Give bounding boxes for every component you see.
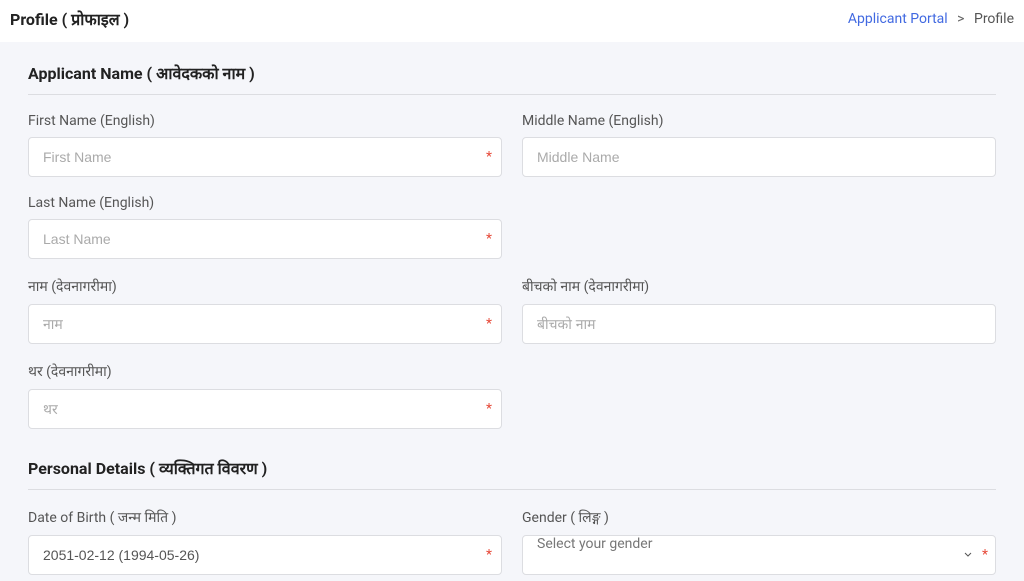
breadcrumb-link-applicant-portal[interactable]: Applicant Portal: [848, 11, 948, 27]
field-name-dev: नाम (देवनागरीमा) *: [28, 277, 502, 344]
label-middle-dev: बीचको नाम (देवनागरीमा): [522, 277, 996, 296]
personal-details-grid: Date of Birth ( जन्म मिति ) * Gender ( ल…: [28, 508, 996, 575]
field-first-name-en: First Name (English) *: [28, 113, 502, 177]
section-applicant-name: Applicant Name ( आवेदकको नाम ) First Nam…: [28, 62, 996, 429]
breadcrumb: Applicant Portal > Profile: [848, 11, 1014, 27]
select-gender[interactable]: Select your gender: [522, 535, 996, 575]
breadcrumb-current: Profile: [974, 11, 1014, 27]
field-middle-dev: बीचको नाम (देवनागरीमा): [522, 277, 996, 344]
page-header: Profile ( प्रोफाइल ) Applicant Portal > …: [0, 0, 1024, 42]
label-name-dev: नाम (देवनागरीमा): [28, 277, 502, 296]
section-personal-details: Personal Details ( व्यक्तिगत विवरण ) Dat…: [28, 457, 996, 575]
label-gender: Gender ( लिङ्ग ): [522, 508, 996, 527]
input-middle-dev[interactable]: [522, 304, 996, 344]
field-last-name-en: Last Name (English) *: [28, 195, 502, 259]
section-title-applicant-name: Applicant Name ( आवेदकको नाम ): [28, 62, 996, 95]
input-name-dev[interactable]: [28, 304, 502, 344]
input-first-name-en[interactable]: [28, 137, 502, 177]
input-surname-dev[interactable]: [28, 389, 502, 429]
label-last-name-en: Last Name (English): [28, 195, 502, 211]
page-title: Profile ( प्रोफाइल ): [10, 8, 129, 30]
field-middle-name-en: Middle Name (English): [522, 113, 996, 177]
applicant-name-grid: First Name (English) * Middle Name (Engl…: [28, 113, 996, 429]
input-dob[interactable]: [28, 535, 502, 575]
section-title-personal-details: Personal Details ( व्यक्तिगत विवरण ): [28, 457, 996, 490]
label-dob: Date of Birth ( जन्म मिति ): [28, 508, 502, 527]
content-area: Applicant Name ( आवेदकको नाम ) First Nam…: [0, 42, 1024, 575]
label-first-name-en: First Name (English): [28, 113, 502, 129]
label-surname-dev: थर (देवनागरीमा): [28, 362, 502, 381]
field-gender: Gender ( लिङ्ग ) Select your gender *: [522, 508, 996, 575]
input-middle-name-en[interactable]: [522, 137, 996, 177]
field-surname-dev: थर (देवनागरीमा) *: [28, 362, 502, 429]
breadcrumb-separator: >: [957, 11, 964, 27]
field-dob: Date of Birth ( जन्म मिति ) *: [28, 508, 502, 575]
input-last-name-en[interactable]: [28, 219, 502, 259]
label-middle-name-en: Middle Name (English): [522, 113, 996, 129]
